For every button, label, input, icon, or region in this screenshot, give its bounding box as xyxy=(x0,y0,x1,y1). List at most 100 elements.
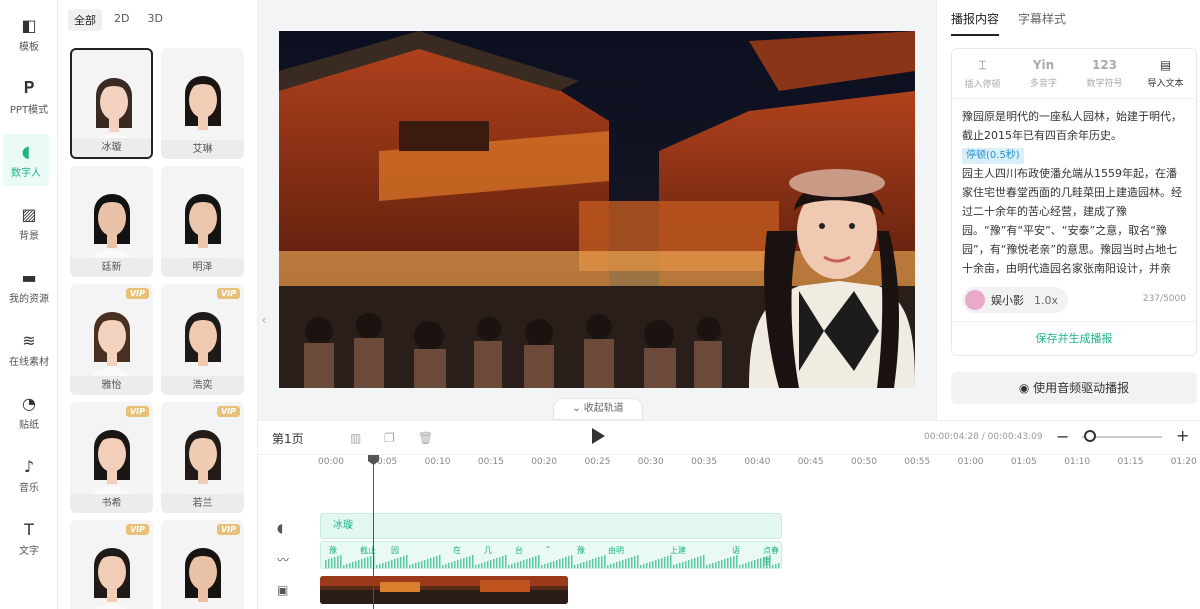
wave-bar xyxy=(583,562,585,568)
wave-bar xyxy=(382,563,384,568)
voice-name: 娱小影 xyxy=(991,294,1024,307)
avatar-card[interactable]: 艾琳 xyxy=(161,48,244,159)
avatar-card[interactable]: VIP 雅怡 xyxy=(70,284,153,395)
wave-bar xyxy=(346,564,348,568)
rail-item-0[interactable]: ◧ 模板 xyxy=(0,8,58,60)
char-count: 237/5000 xyxy=(1142,294,1186,304)
wave-bar xyxy=(709,564,711,568)
wave-bar xyxy=(424,560,426,568)
rail-item-1[interactable]: 𝐏 PPT模式 xyxy=(0,71,58,123)
rail-item-6[interactable]: ◔ 贴纸 xyxy=(0,386,58,438)
video-preview[interactable] xyxy=(279,31,915,388)
wave-bar xyxy=(370,556,372,568)
time-ruler[interactable]: 00:00 00:05 00:10 00:15 00:20 00:25 00:30 00:35… xyxy=(318,455,1200,471)
rail-item-5[interactable]: ≋ 在线素材 xyxy=(0,323,58,375)
preview-scene xyxy=(279,31,915,388)
collapse-left-handle[interactable]: ‹ xyxy=(258,290,270,350)
pause-tag[interactable]: 停顿(0.5秒) xyxy=(962,148,1024,164)
save-generate-button[interactable]: 保存并生成播报 xyxy=(952,321,1196,355)
play-icon[interactable] xyxy=(592,428,605,444)
ruler-tick: 00:55 xyxy=(904,457,931,467)
wave-bar xyxy=(607,565,609,568)
script-paragraph-2: 园主人四川布政使潘允端从1559年起，在潘家住宅世春堂西面的几畦菜田上建造园林。… xyxy=(962,167,1182,275)
rail-item-8[interactable]: T 文字 xyxy=(0,512,58,564)
number-symbol-button[interactable]: 123 数字符号 xyxy=(1074,49,1135,98)
text-icon: T xyxy=(24,519,34,539)
audio-drive-button[interactable]: ◉ 使用音频驱动播报 xyxy=(951,372,1197,404)
zoom-in-icon[interactable]: + xyxy=(1176,426,1189,445)
wave-bar xyxy=(721,560,723,568)
wave-bar xyxy=(544,564,546,568)
avatar-card[interactable]: 明泽 xyxy=(161,166,244,277)
avatar-card[interactable]: VIP 书希 xyxy=(70,402,153,513)
filter-2d[interactable]: 2D xyxy=(108,9,135,31)
delete-icon[interactable]: 🗑 xyxy=(418,431,433,445)
script-text[interactable]: 豫园原是明代的一座私人园林，始建于明代，截止2015年已有四百余年历史。 停顿(… xyxy=(952,99,1196,279)
wave-bar xyxy=(409,565,411,568)
image-track-icon: ▣ xyxy=(277,583,289,597)
wave-bar xyxy=(658,559,660,568)
wave-bar xyxy=(550,562,552,568)
wave-bar xyxy=(694,558,696,568)
polyphone-button[interactable]: Yin 多音字 xyxy=(1013,49,1074,98)
avatar-card[interactable]: VIP xyxy=(70,520,153,609)
wave-bar xyxy=(571,555,573,568)
ruler-tick: 00:40 xyxy=(744,457,771,467)
folder-icon: ▬ xyxy=(21,267,37,287)
playhead[interactable] xyxy=(373,457,374,609)
insert-pause-button[interactable]: ⌶ 插入停顿 xyxy=(952,49,1013,98)
wave-bar xyxy=(352,562,354,568)
insert-pause-label: 插入停顿 xyxy=(964,79,1001,90)
rail-item-7[interactable]: ♪ 音乐 xyxy=(0,449,58,501)
collapse-track-button[interactable]: ⌄ 收起轨道 xyxy=(553,398,643,420)
zoom-out-icon[interactable]: − xyxy=(1056,427,1069,446)
wave-bar xyxy=(376,565,378,568)
person-clip[interactable]: 冰璇 xyxy=(320,513,782,539)
ruler-tick: 00:25 xyxy=(584,457,611,467)
copy-icon[interactable]: ❐ xyxy=(384,431,395,445)
wave-bar xyxy=(490,560,492,568)
avatar-card[interactable]: VIP xyxy=(161,520,244,609)
filter-all[interactable]: 全部 xyxy=(68,9,102,31)
rail-item-2[interactable]: ◖ 数字人 xyxy=(3,134,49,186)
import-text-button[interactable]: ▤ 导入文本 xyxy=(1135,49,1196,98)
rail-label: 在线素材 xyxy=(9,357,49,368)
rail-item-3[interactable]: ▨ 背景 xyxy=(0,197,58,249)
tab-broadcast-content[interactable]: 播报内容 xyxy=(951,10,1000,36)
audio-word: 上建 xyxy=(670,546,686,555)
avatar-card[interactable]: 廷新 xyxy=(70,166,153,277)
rail-label: 数字人 xyxy=(11,168,41,179)
audio-track-icon: 〰 xyxy=(277,553,290,567)
zoom-knob[interactable] xyxy=(1084,430,1096,442)
number-symbol-label: 数字符号 xyxy=(1086,79,1123,89)
split-icon[interactable]: ▥ xyxy=(350,431,361,445)
wave-bar xyxy=(487,561,489,568)
wave-bar xyxy=(736,555,738,568)
vip-badge: VIP xyxy=(125,406,149,417)
tab-subtitle-style[interactable]: 字幕样式 xyxy=(1018,10,1066,27)
voice-selector[interactable]: 娱小影 1.0x xyxy=(962,287,1069,313)
wave-bar xyxy=(697,557,699,568)
avatar-card[interactable]: 冰璇 xyxy=(70,48,153,159)
audio-clip[interactable]: 豫截止园在几台 “豫由明 上建语点春堂 xyxy=(320,541,782,569)
avatar-card[interactable]: VIP 浩奕 xyxy=(161,284,244,395)
rail-label: 贴纸 xyxy=(19,420,39,431)
wave-bar xyxy=(415,563,417,568)
filter-3d[interactable]: 3D xyxy=(141,9,168,31)
rail-item-4[interactable]: ▬ 我的资源 xyxy=(0,260,58,312)
wave-bar xyxy=(472,555,474,568)
background-clip[interactable] xyxy=(320,576,568,604)
wave-bar xyxy=(649,562,651,568)
wave-bar xyxy=(745,563,747,568)
audio-word: 在 xyxy=(453,546,461,555)
wave-bar xyxy=(604,555,606,568)
wave-bar xyxy=(328,559,330,568)
wave-bar xyxy=(484,562,486,568)
wave-bar xyxy=(727,558,729,568)
wave-bar xyxy=(568,556,570,568)
audio-word: 由明 xyxy=(608,546,624,555)
audio-word: 点春堂 xyxy=(763,546,779,566)
avatar-card[interactable]: VIP 若兰 xyxy=(161,402,244,513)
wave-bar xyxy=(451,562,453,568)
avatar-name: 雅怡 xyxy=(70,376,153,395)
